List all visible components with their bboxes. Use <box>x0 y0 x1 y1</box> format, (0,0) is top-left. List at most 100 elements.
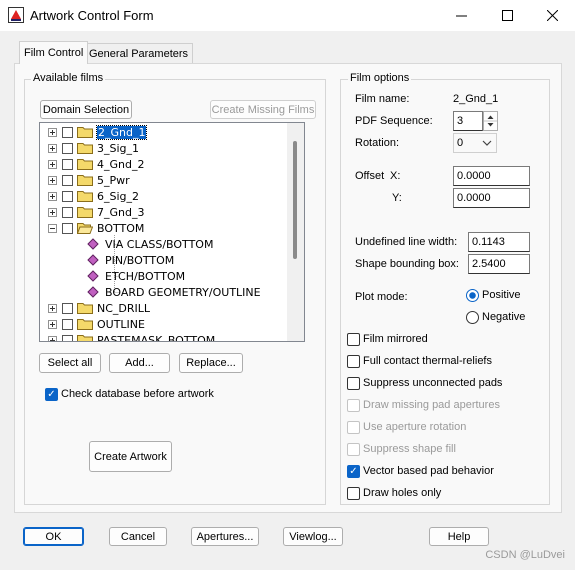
folder-icon <box>77 319 93 330</box>
minimize-button[interactable] <box>438 0 484 31</box>
expand-icon[interactable] <box>48 159 57 169</box>
tree-checkbox[interactable] <box>62 174 73 186</box>
subclass-icon <box>87 286 99 298</box>
tree-subitem-label: BOARD GEOMETRY/OUTLINE <box>105 285 261 299</box>
check-database-checkbox[interactable]: ✓ <box>45 388 58 401</box>
collapse-icon[interactable] <box>48 223 57 233</box>
tree-item[interactable]: 2_Gnd_1 <box>48 124 148 140</box>
tab-film-control[interactable]: Film Control <box>19 41 89 64</box>
tree-checkbox[interactable] <box>62 206 73 218</box>
expand-icon[interactable] <box>48 191 57 201</box>
positive-label: Positive <box>482 289 521 301</box>
close-icon <box>546 10 558 21</box>
tree-checkbox[interactable] <box>62 318 73 330</box>
available-films-label: Available films <box>31 72 106 84</box>
expand-icon[interactable] <box>48 143 57 153</box>
tree-item-label: PASTEMASK_BOTTOM <box>97 333 216 342</box>
expand-icon[interactable] <box>48 175 57 185</box>
tree-subitem[interactable]: ETCH/BOTTOM <box>86 268 185 284</box>
draw-holes-only-checkbox[interactable] <box>347 487 360 500</box>
negative-radio[interactable] <box>466 311 479 324</box>
create-missing-films-button[interactable]: Create Missing Films <box>210 100 316 119</box>
app-icon <box>8 7 24 23</box>
apertures-button[interactable]: Apertures... <box>191 527 259 546</box>
draw-missing-pad-apertures-checkbox[interactable] <box>347 399 360 412</box>
use-aperture-rotation-checkbox[interactable] <box>347 421 360 434</box>
film-mirrored-label: Film mirrored <box>363 333 428 345</box>
offset-y-input[interactable]: 0.0000 <box>453 188 530 208</box>
tree-item[interactable]: OUTLINE <box>48 316 145 332</box>
tree-checkbox[interactable] <box>62 158 73 170</box>
draw-missing-pad-apertures-label: Draw missing pad apertures <box>363 399 500 411</box>
tree-item[interactable]: NC_DRILL <box>48 300 150 316</box>
expand-icon[interactable] <box>48 319 57 329</box>
shape-bounding-box-input[interactable]: 2.5400 <box>468 254 530 274</box>
folder-icon <box>77 191 93 202</box>
tree-subitem[interactable]: VIA CLASS/BOTTOM <box>86 236 213 252</box>
vector-based-pad-behavior-checkbox[interactable]: ✓ <box>347 465 360 478</box>
tree-subitem[interactable]: PIN/BOTTOM <box>86 252 174 268</box>
tree-item-label: 5_Pwr <box>97 173 130 187</box>
tree-checkbox[interactable] <box>62 142 73 154</box>
create-artwork-button[interactable]: Create Artwork <box>89 441 172 472</box>
maximize-button[interactable] <box>484 0 530 31</box>
tree-item[interactable]: 7_Gnd_3 <box>48 204 144 220</box>
expand-icon[interactable] <box>48 127 57 137</box>
open-folder-icon <box>77 223 93 234</box>
pdf-sequence-input[interactable]: 3 <box>453 111 483 131</box>
pdf-sequence-label: PDF Sequence: <box>355 115 433 127</box>
check-database-label: Check database before artwork <box>61 388 214 400</box>
tree-subitem-label: PIN/BOTTOM <box>105 253 175 267</box>
suppress-unconnected-pads-checkbox[interactable] <box>347 377 360 390</box>
plot-mode-label: Plot mode: <box>355 291 408 303</box>
viewlog-button[interactable]: Viewlog... <box>283 527 343 546</box>
tree-item-label: 3_Sig_1 <box>97 141 140 155</box>
vector-based-pad-behavior-label: Vector based pad behavior <box>363 465 494 477</box>
suppress-shape-fill-checkbox[interactable] <box>347 443 360 456</box>
replace-button[interactable]: Replace... <box>179 353 243 373</box>
subclass-icon <box>87 270 99 282</box>
full-contact-thermal-reliefs-checkbox[interactable] <box>347 355 360 368</box>
tree-scroll-thumb[interactable] <box>293 141 297 259</box>
select-all-button[interactable]: Select all <box>39 353 101 373</box>
expand-icon[interactable] <box>48 303 57 313</box>
tree-item[interactable]: 3_Sig_1 <box>48 140 139 156</box>
ok-button[interactable]: OK <box>23 527 84 546</box>
film-name-value: 2_Gnd_1 <box>453 93 499 105</box>
tree-checkbox[interactable] <box>62 126 73 138</box>
tree-item[interactable]: 4_Gnd_2 <box>48 156 144 172</box>
domain-selection-button[interactable]: Domain Selection <box>40 100 132 119</box>
tree-item[interactable]: 6_Sig_2 <box>48 188 139 204</box>
tree-checkbox[interactable] <box>62 190 73 202</box>
subclass-icon <box>87 254 99 266</box>
expand-icon[interactable] <box>48 207 57 217</box>
minimize-icon <box>455 15 467 17</box>
rotation-select[interactable]: 0 <box>453 133 497 153</box>
tree-scrollbar[interactable] <box>287 123 304 341</box>
add-button[interactable]: Add... <box>109 353 170 373</box>
tree-item[interactable]: PASTEMASK_BOTTOM <box>48 332 216 342</box>
film-mirrored-checkbox[interactable] <box>347 333 360 346</box>
close-button[interactable] <box>529 0 575 31</box>
offset-x-input[interactable]: 0.0000 <box>453 166 530 186</box>
folder-icon <box>77 335 93 341</box>
tab-general-parameters[interactable]: General Parameters <box>84 43 194 63</box>
subclass-icon <box>87 238 99 250</box>
positive-radio[interactable] <box>466 289 479 302</box>
help-button[interactable]: Help <box>429 527 489 546</box>
rotation-value: 0 <box>457 137 464 149</box>
tree-checkbox[interactable] <box>62 222 73 234</box>
pdf-sequence-spinner[interactable] <box>483 111 498 131</box>
tree-subitem[interactable]: BOARD GEOMETRY/OUTLINE <box>86 284 261 300</box>
tree-checkbox[interactable] <box>62 334 73 341</box>
expand-icon[interactable] <box>48 335 57 341</box>
tree-item[interactable]: BOTTOM <box>48 220 144 236</box>
full-contact-thermal-reliefs-label: Full contact thermal-reliefs <box>363 355 492 367</box>
cancel-button[interactable]: Cancel <box>109 527 167 546</box>
tree-item[interactable]: 5_Pwr <box>48 172 130 188</box>
undefined-line-width-input[interactable]: 0.1143 <box>468 232 530 252</box>
tree-checkbox[interactable] <box>62 302 73 314</box>
watermark: CSDN @LuDvei <box>485 549 565 561</box>
films-tree[interactable]: 2_Gnd_1 3_Sig_1 4_Gnd_2 5_Pwr 6_Sig_2 7_… <box>39 122 305 342</box>
tree-item-label: NC_DRILL <box>97 301 151 315</box>
